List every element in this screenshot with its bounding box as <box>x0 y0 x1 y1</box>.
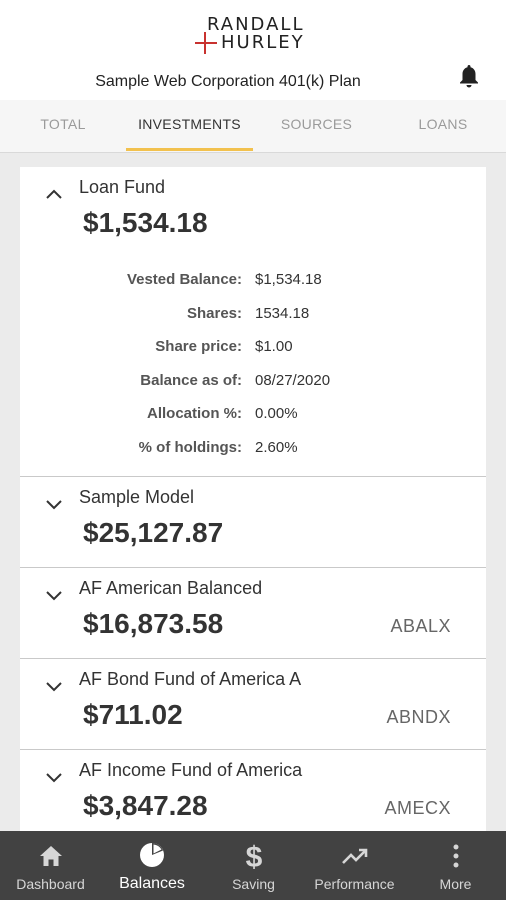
detail-value: 2.60% <box>255 438 298 456</box>
fund-name: AF Bond Fund of America A <box>79 669 302 689</box>
nav-performance[interactable]: Performance <box>304 831 405 900</box>
nav-label: More <box>439 876 472 892</box>
detail-label: Shares: <box>186 304 242 322</box>
fund-ticker: ABALX <box>390 616 451 636</box>
more-vertical-icon <box>453 844 458 868</box>
fund-name: AF Income Fund of America <box>79 760 303 780</box>
nav-label: Balances <box>119 875 185 892</box>
home-icon <box>39 846 62 866</box>
nav-balances[interactable]: Balances <box>101 831 203 900</box>
detail-row-share-price: Share price: $1.00 <box>20 338 486 372</box>
fund-name: Loan Fund <box>79 177 166 197</box>
tab-total[interactable]: TOTAL <box>0 100 126 152</box>
fund-amount: $16,873.58 <box>83 608 224 639</box>
detail-label: Share price: <box>155 338 242 355</box>
detail-row-balance-as-of: Balance as of: 08/27/2020 <box>20 372 486 406</box>
fund-amount: $3,847.28 <box>83 790 208 821</box>
trending-up-icon <box>341 848 367 864</box>
logo-cross-horizontal <box>195 42 217 44</box>
chevron-down-icon[interactable] <box>44 679 64 693</box>
fund-name: AF American Balanced <box>79 578 263 598</box>
detail-label: Allocation %: <box>146 405 242 422</box>
fund-card-af-american-balanced[interactable]: AF American Balanced $16,873.58 ABALX <box>20 568 486 659</box>
nav-label: Saving <box>232 876 275 892</box>
tab-loans[interactable]: LOANS <box>380 100 506 152</box>
fund-amount: $711.02 <box>83 699 183 730</box>
detail-row-shares: Shares: 1534.18 <box>20 305 486 339</box>
fund-list: Loan Fund $1,534.18 Vested Balance: $1,5… <box>20 167 486 841</box>
fund-card-sample-model[interactable]: Sample Model $25,127.87 <box>20 477 486 568</box>
chevron-up-icon[interactable] <box>44 187 64 201</box>
tab-sources[interactable]: SOURCES <box>253 100 380 152</box>
fund-details: Vested Balance: $1,534.18 Shares: 1534.1… <box>20 271 486 472</box>
fund-amount: $25,127.87 <box>83 517 224 548</box>
detail-label: Balance as of: <box>140 371 242 389</box>
svg-text:$: $ <box>245 841 262 871</box>
fund-card-loan-fund[interactable]: Loan Fund $1,534.18 Vested Balance: $1,5… <box>20 167 486 477</box>
detail-row-vested-balance: Vested Balance: $1,534.18 <box>20 271 486 305</box>
bell-icon[interactable] <box>457 63 481 89</box>
nav-label: Dashboard <box>16 876 85 892</box>
app-header: RANDALL HURLEY Sample Web Corporation 40… <box>0 0 506 101</box>
tab-bar: TOTAL INVESTMENTS SOURCES LOANS <box>0 100 506 153</box>
fund-card-af-income-fund[interactable]: AF Income Fund of America $3,847.28 AMEC… <box>20 750 486 841</box>
nav-saving[interactable]: $ Saving <box>203 831 304 900</box>
fund-amount: $1,534.18 <box>83 207 208 238</box>
detail-value: 08/27/2020 <box>255 371 331 389</box>
pie-chart-icon <box>140 843 164 867</box>
dollar-icon: $ <box>245 841 262 871</box>
tab-investments[interactable]: INVESTMENTS <box>126 100 253 152</box>
detail-label: % of holdings: <box>138 438 242 456</box>
fund-name: Sample Model <box>79 487 195 507</box>
plan-title: Sample Web Corporation 401(k) Plan <box>95 73 361 90</box>
nav-label: Performance <box>314 876 395 892</box>
chevron-down-icon[interactable] <box>44 588 64 602</box>
fund-card-af-bond-fund[interactable]: AF Bond Fund of America A $711.02 ABNDX <box>20 659 486 750</box>
nav-more[interactable]: More <box>405 831 506 900</box>
chevron-down-icon[interactable] <box>44 770 64 784</box>
detail-row-holdings: % of holdings: 2.60% <box>20 439 486 473</box>
fund-ticker: ABNDX <box>386 707 451 727</box>
detail-row-allocation: Allocation %: 0.00% <box>20 405 486 439</box>
detail-value: 0.00% <box>255 405 298 422</box>
fund-ticker: AMECX <box>384 798 451 818</box>
chevron-down-icon[interactable] <box>44 497 64 511</box>
logo-line-2: HURLEY <box>221 32 305 53</box>
bottom-nav: Dashboard Balances $ Saving Performance … <box>0 831 506 900</box>
nav-dashboard[interactable]: Dashboard <box>0 831 101 900</box>
detail-value: $1.00 <box>255 338 293 355</box>
detail-value: 1534.18 <box>255 304 310 322</box>
randall-hurley-logo: RANDALL HURLEY <box>195 14 311 54</box>
detail-value: $1,534.18 <box>255 271 322 288</box>
detail-label: Vested Balance: <box>126 271 242 288</box>
